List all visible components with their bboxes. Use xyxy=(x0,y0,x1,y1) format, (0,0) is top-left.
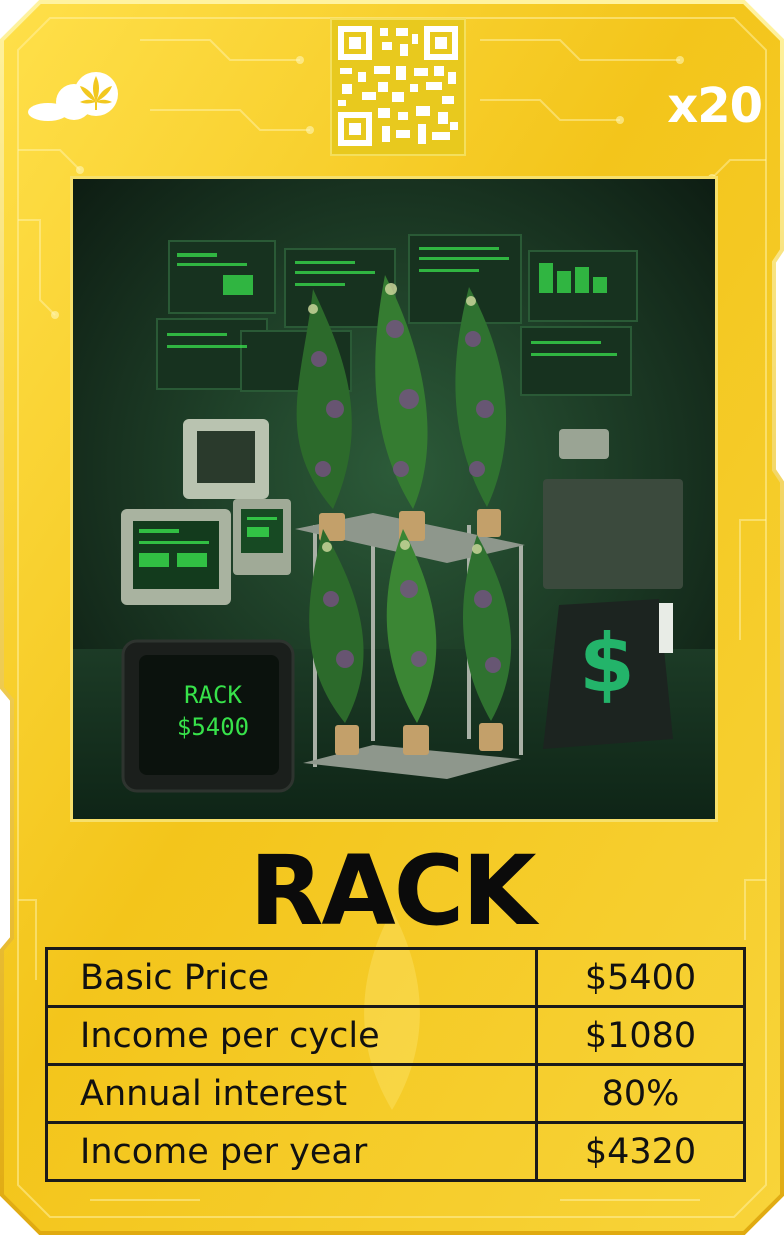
table-row: Income per cycle $1080 xyxy=(45,1005,746,1066)
stat-value-annual-interest: 80% xyxy=(535,1063,746,1124)
cannabis-leaf-logo-icon xyxy=(28,72,118,121)
qr-code-icon[interactable] xyxy=(330,18,466,156)
stat-label-basic-price: Basic Price xyxy=(45,947,538,1008)
table-row: Basic Price $5400 xyxy=(45,947,746,1008)
stat-value-income-per-year: $4320 xyxy=(535,1121,746,1182)
card-title: RACK xyxy=(249,835,536,947)
rack-card: x20 RACK $5400 $ RACK Basic Price $5400 … xyxy=(0,0,784,1235)
table-row: Income per year $4320 xyxy=(45,1121,746,1182)
stat-value-income-per-cycle: $1080 xyxy=(535,1005,746,1066)
stat-label-income-per-year: Income per year xyxy=(45,1121,538,1182)
stats-table: Basic Price $5400 Income per cycle $1080… xyxy=(45,947,746,1182)
monitor-text-line2: $5400 xyxy=(177,713,249,741)
stat-label-income-per-cycle: Income per cycle xyxy=(45,1005,538,1066)
stat-value-basic-price: $5400 xyxy=(535,947,746,1008)
table-row: Annual interest 80% xyxy=(45,1063,746,1124)
quantity-multiplier: x20 xyxy=(667,78,763,134)
monitor-text-line1: RACK xyxy=(184,681,242,709)
product-artwork: RACK $5400 $ xyxy=(70,176,718,822)
dollar-sign-icon: $ xyxy=(579,617,635,710)
stat-label-annual-interest: Annual interest xyxy=(45,1063,538,1124)
